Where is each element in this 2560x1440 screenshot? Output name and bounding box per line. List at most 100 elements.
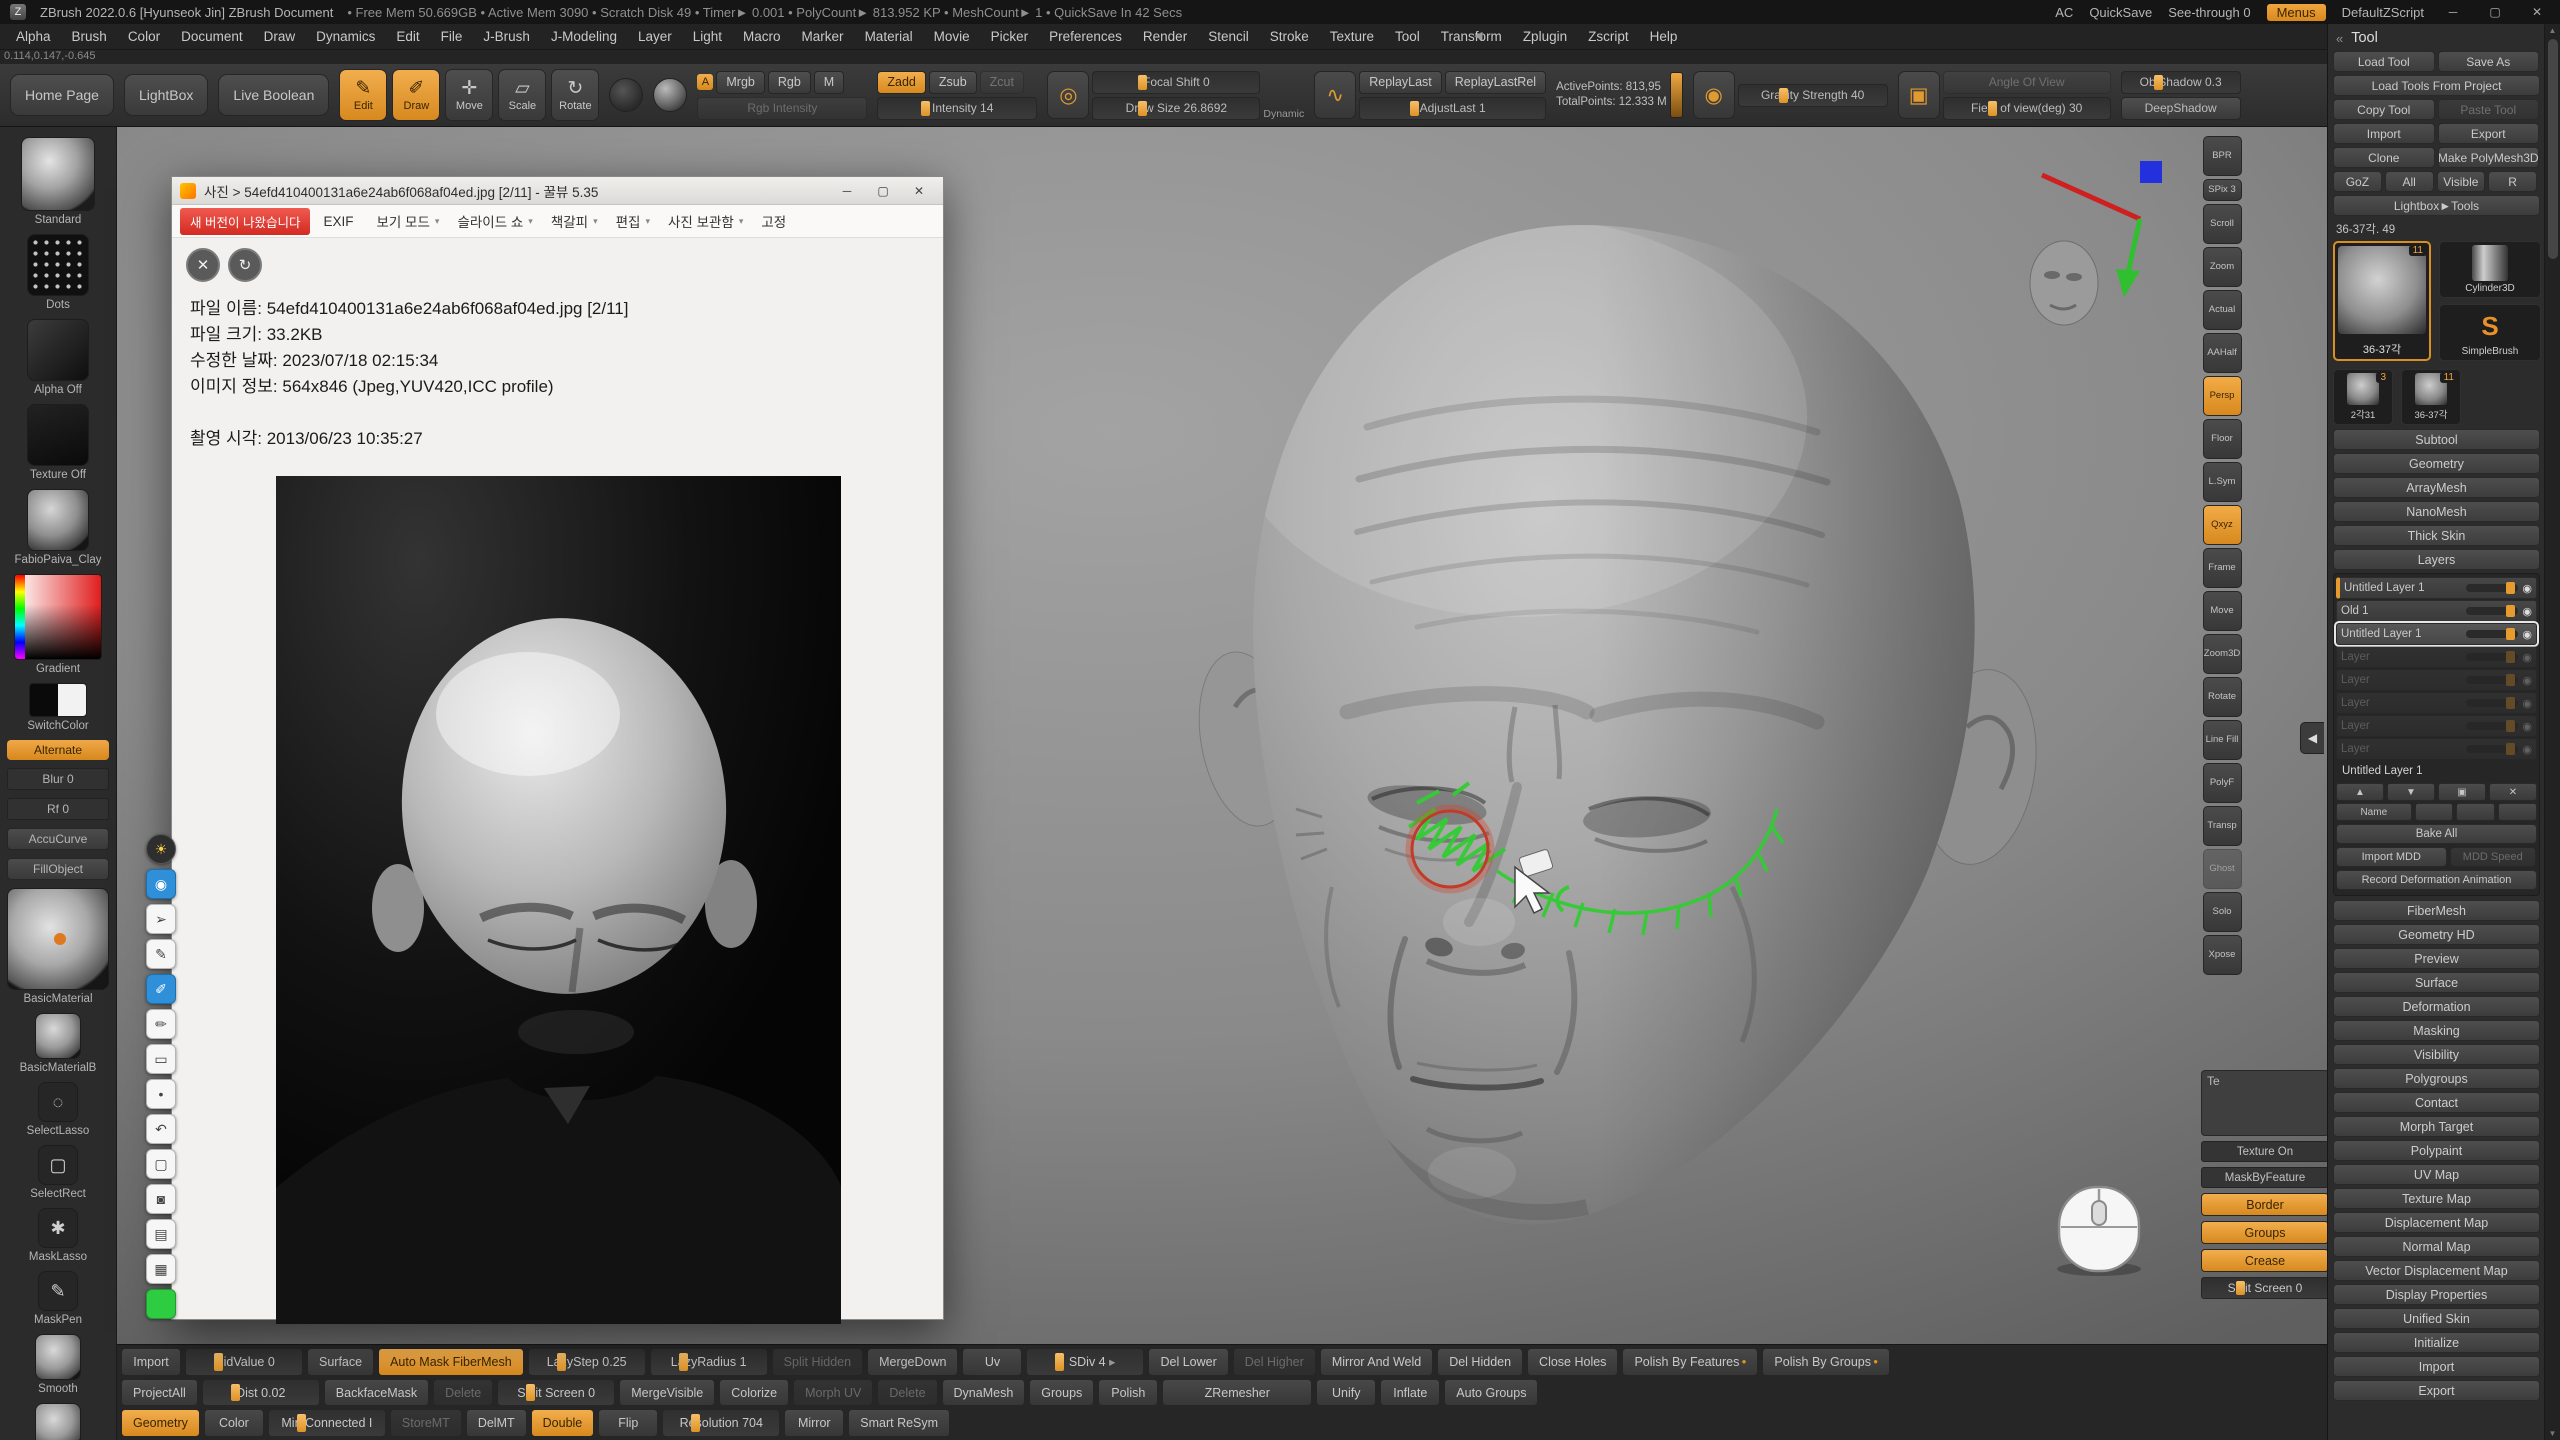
layer-intensity-slider[interactable] xyxy=(2466,584,2518,592)
tool-section-header[interactable]: Normal Map xyxy=(2333,1236,2540,1257)
annotation-tool-button[interactable]: ✐ xyxy=(146,974,176,1004)
home-page-button[interactable]: Home Page xyxy=(10,74,114,116)
tray-item[interactable]: BasicMaterial xyxy=(7,888,109,1005)
crease-button[interactable]: Crease xyxy=(2201,1249,2329,1272)
menu-item[interactable]: Light xyxy=(683,26,732,47)
bottom-tray-button[interactable]: Uv xyxy=(962,1348,1022,1376)
tray-item[interactable]: Smooth xyxy=(35,1334,81,1395)
tray-item[interactable]: Blur 0 xyxy=(7,768,109,790)
tray-item-thumbnail[interactable]: ✱ xyxy=(38,1208,78,1248)
tool-section-header[interactable]: Displacement Map xyxy=(2333,1212,2540,1233)
right-shelf-button[interactable]: Scroll xyxy=(2203,204,2242,244)
photo-rotate-button[interactable]: ↻ xyxy=(228,248,262,282)
tool-action-button[interactable]: Clone xyxy=(2333,147,2435,168)
gradient-ball-icon[interactable] xyxy=(609,78,643,112)
replay-last-button[interactable]: ReplayLast xyxy=(1359,71,1442,94)
tray-item[interactable]: FillObject xyxy=(7,858,109,880)
annotation-tool-button[interactable]: ■ xyxy=(146,1289,176,1319)
menubar-collapse-icon[interactable]: ◀ xyxy=(1474,29,1482,42)
bottom-tray-button[interactable]: Import xyxy=(121,1348,181,1376)
menu-item[interactable]: Dynamics xyxy=(306,26,385,47)
bottom-tray-button[interactable]: Close Holes xyxy=(1527,1348,1618,1376)
quicksave-button[interactable]: QuickSave xyxy=(2089,5,2152,20)
field-of-view-slider[interactable]: Field of view(deg) 30 xyxy=(1943,97,2111,120)
tool-action-button[interactable]: Make PolyMesh3D xyxy=(2438,147,2540,168)
tool-section-header[interactable]: Surface xyxy=(2333,972,2540,993)
tool-action-button[interactable]: GoZ xyxy=(2333,171,2382,192)
tool-action-button[interactable]: All xyxy=(2385,171,2434,192)
tray-item-thumbnail[interactable] xyxy=(35,1403,81,1440)
tray-item-thumbnail[interactable] xyxy=(7,888,109,990)
photo-menu-item[interactable]: 사진 보관함▾ xyxy=(659,207,752,235)
layer-intensity-slider[interactable] xyxy=(2466,630,2518,638)
tray-item-thumbnail[interactable] xyxy=(21,137,95,211)
right-shelf-button[interactable]: Rotate xyxy=(2203,677,2242,717)
photo-menu-item[interactable]: 슬라이드 쇼▾ xyxy=(448,207,541,235)
tray-item[interactable]: SwitchColor xyxy=(27,683,88,732)
right-shelf-button[interactable]: Ghost xyxy=(2203,849,2242,889)
menu-item[interactable]: Draw xyxy=(254,26,306,47)
adjust-last-slider[interactable]: AdjustLast 1 xyxy=(1359,97,1546,120)
bottom-tray-button[interactable]: Color xyxy=(204,1409,264,1437)
layer-visibility-icon[interactable]: ◉ xyxy=(2522,743,2532,756)
bottom-tray-button[interactable]: Polish xyxy=(1098,1379,1158,1407)
bottom-tray-button[interactable]: Mirror xyxy=(784,1409,844,1437)
gravity-strength-slider[interactable]: Gravity Strength 40 xyxy=(1738,84,1888,107)
tool-panel-scrollbar[interactable]: ▲ ▼ xyxy=(2544,24,2560,1440)
tool-section-header[interactable]: Deformation xyxy=(2333,996,2540,1017)
tray-item-thumbnail[interactable] xyxy=(27,489,89,551)
tray-item[interactable]: ✎ MaskPen xyxy=(34,1271,82,1326)
bottom-tray-button[interactable]: Polish By Groups xyxy=(1762,1348,1890,1376)
tray-item-thumbnail[interactable]: ◌ xyxy=(38,1082,78,1122)
rgb-button[interactable]: Rgb xyxy=(768,71,811,94)
menu-item[interactable]: Stroke xyxy=(1260,26,1319,47)
tray-item-thumbnail[interactable] xyxy=(27,234,89,296)
material-ball-icon[interactable] xyxy=(653,78,687,112)
menu-item[interactable]: Brush xyxy=(62,26,117,47)
tool-action-button[interactable]: R xyxy=(2488,171,2537,192)
layer-intensity-slider[interactable] xyxy=(2466,699,2518,707)
tray-item[interactable]: Alternate xyxy=(7,740,109,760)
tray-item[interactable]: Texture Off xyxy=(27,404,89,481)
mode-button[interactable]: ✐ Draw xyxy=(392,69,440,121)
tool-section-header[interactable]: Visibility xyxy=(2333,1044,2540,1065)
menu-item[interactable]: Stencil xyxy=(1198,26,1259,47)
z-intensity-slider[interactable]: Z Intensity 14 xyxy=(877,97,1037,120)
layer-name-field[interactable]: Untitled Layer 1 xyxy=(2336,761,2537,781)
menu-item[interactable]: Edit xyxy=(386,26,429,47)
camera-orientation-widget[interactable] xyxy=(2012,155,2192,345)
menu-item[interactable]: Alpha xyxy=(6,26,61,47)
annotation-tool-button[interactable]: ▦ xyxy=(146,1254,176,1284)
update-notice-button[interactable]: 새 버전이 나왔습니다 xyxy=(180,208,310,235)
replay-last-rel-button[interactable]: ReplayLastRel xyxy=(1445,71,1546,94)
right-shelf-button[interactable]: Solo xyxy=(2203,892,2242,932)
tool-action-button[interactable]: Visible xyxy=(2437,171,2486,192)
bottom-tray-button[interactable]: DynaMesh xyxy=(942,1379,1026,1407)
right-shelf-button[interactable]: PolyF xyxy=(2203,763,2242,803)
tool-section-header[interactable]: Initialize xyxy=(2333,1332,2540,1353)
tray-item-thumbnail[interactable] xyxy=(27,319,89,381)
tray-item[interactable]: BasicMaterialB xyxy=(20,1013,97,1074)
layer-visibility-icon[interactable]: ◉ xyxy=(2522,605,2532,618)
layer-option-button[interactable] xyxy=(2456,803,2495,821)
window-maximize-button[interactable]: ▢ xyxy=(2482,5,2508,19)
bottom-tray-button[interactable]: Polish By Features xyxy=(1622,1348,1758,1376)
mask-by-feature-button[interactable]: MaskByFeature xyxy=(2201,1167,2329,1188)
right-shelf-button[interactable]: Actual xyxy=(2203,290,2242,330)
dynamic-label[interactable]: Dynamic xyxy=(1263,108,1304,120)
tool-section-header[interactable]: Thick Skin xyxy=(2333,525,2540,546)
mode-button[interactable]: ✎ Edit xyxy=(339,69,387,121)
bottom-tray-button[interactable]: Auto Mask FiberMesh xyxy=(378,1348,524,1376)
annotation-tool-button[interactable]: ✏ xyxy=(146,1009,176,1039)
tray-item[interactable]: AccuCurve xyxy=(7,828,109,850)
tool-section-header[interactable]: Preview xyxy=(2333,948,2540,969)
layer-row[interactable]: Layer ◉ xyxy=(2336,738,2537,760)
right-shelf-button[interactable]: L.Sym xyxy=(2203,462,2242,502)
simplebrush-tool[interactable]: S SimpleBrush xyxy=(2439,304,2541,361)
tray-item[interactable]: ◌ SelectLasso xyxy=(27,1082,90,1137)
record-deformation-button[interactable]: Record Deformation Animation xyxy=(2336,870,2537,890)
layer-row[interactable]: Old 1 ◉ xyxy=(2336,600,2537,622)
bottom-tray-button[interactable]: ZRemesher xyxy=(1162,1379,1312,1407)
bottom-tray-button[interactable]: Surface xyxy=(307,1348,374,1376)
default-zscript-button[interactable]: DefaultZScript xyxy=(2342,5,2424,20)
